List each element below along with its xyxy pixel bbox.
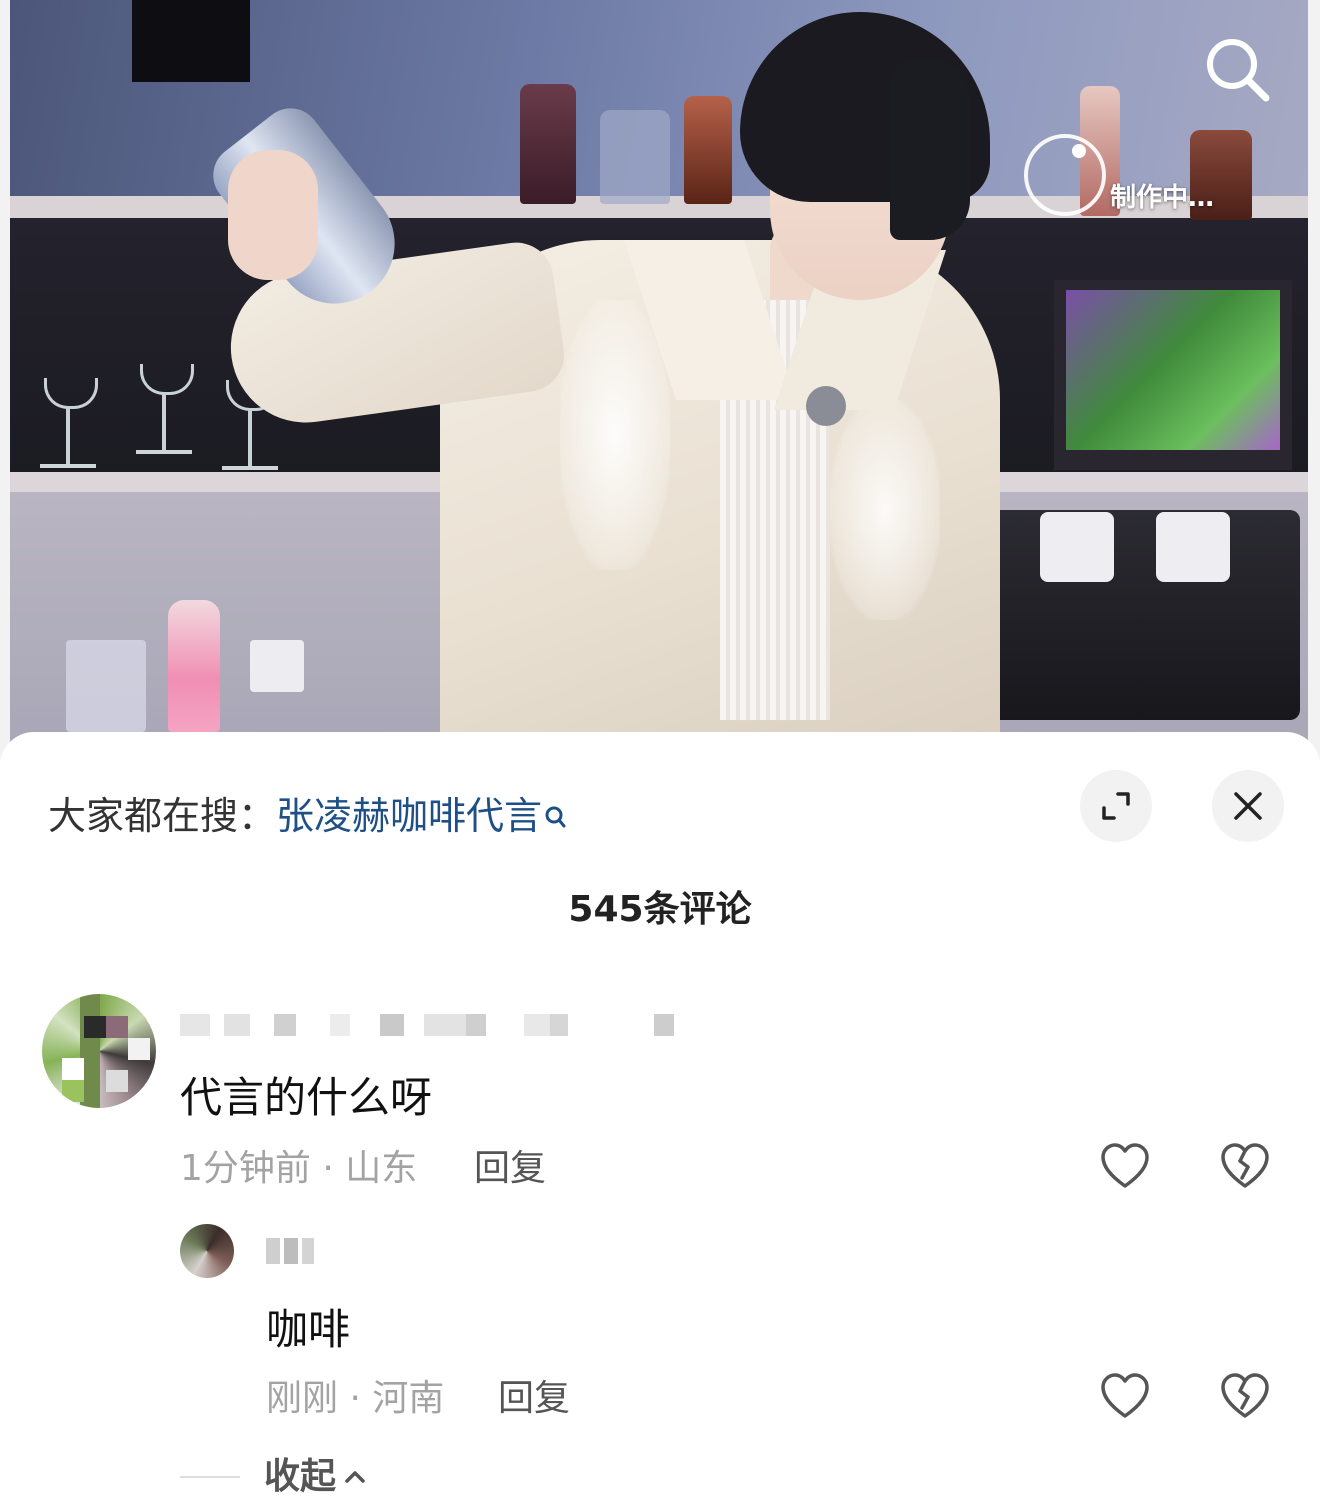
trending-keyword-link[interactable]: 张凌赫咖啡代言 [276,794,542,838]
heart-icon [1101,1373,1149,1418]
comment-meta: 1分钟前 · 山东 [180,1148,418,1189]
avatar[interactable] [42,994,156,1108]
jacket-embroidery [560,300,670,570]
making-status-indicator: 制作中… [1024,134,1214,216]
close-icon [1234,792,1262,820]
video-search-button[interactable] [1198,30,1278,110]
username-blurred[interactable] [180,1014,680,1038]
like-button[interactable] [1098,1370,1152,1424]
person-hair [890,60,970,240]
avatar[interactable] [180,1224,234,1278]
making-status-label: 制作中… [1110,182,1215,213]
trending-search-bar: 大家都在搜：张凌赫咖啡代言 [48,792,566,842]
video-person [0,0,1320,760]
dislike-button[interactable] [1218,1370,1272,1424]
broken-heart-icon [1221,1143,1269,1188]
video-player[interactable]: 制作中… [0,0,1320,760]
reply-button[interactable]: 回复 [474,1146,546,1192]
comment-count: 545条评论 [568,889,752,930]
collapse-label: 收起 [264,1456,337,1497]
reply-meta: 刚刚 · 河南 [266,1378,445,1419]
chevron-up-icon [345,1471,365,1483]
comment-text: 代言的什么呀 [180,1073,433,1122]
person-hand [228,150,318,280]
jacket-embroidery [830,400,940,620]
like-button[interactable] [1098,1140,1152,1194]
video-frame-border [1308,0,1320,760]
close-button[interactable] [1212,770,1284,842]
expand-icon [1102,792,1130,820]
reply-text: 咖啡 [266,1305,351,1354]
video-frame-border [0,0,10,760]
comments-sheet: 大家都在搜：张凌赫咖啡代言 545条评论 代言的什么呀 1分钟前 · 山东 回复 [0,732,1320,1512]
reply-button[interactable]: 回复 [498,1376,570,1422]
heart-icon [1101,1143,1149,1188]
search-icon [544,794,566,842]
broken-heart-icon [1221,1373,1269,1418]
expand-button[interactable] [1080,770,1152,842]
collapse-divider [180,1476,240,1478]
dislike-button[interactable] [1218,1140,1272,1194]
username-blurred[interactable] [266,1238,322,1266]
progress-ring-icon [1024,134,1106,216]
search-icon [1207,39,1270,102]
lapel-mic [806,386,846,426]
trending-prefix: 大家都在搜： [48,794,277,838]
collapse-replies-button[interactable]: 收起 [264,1454,368,1500]
